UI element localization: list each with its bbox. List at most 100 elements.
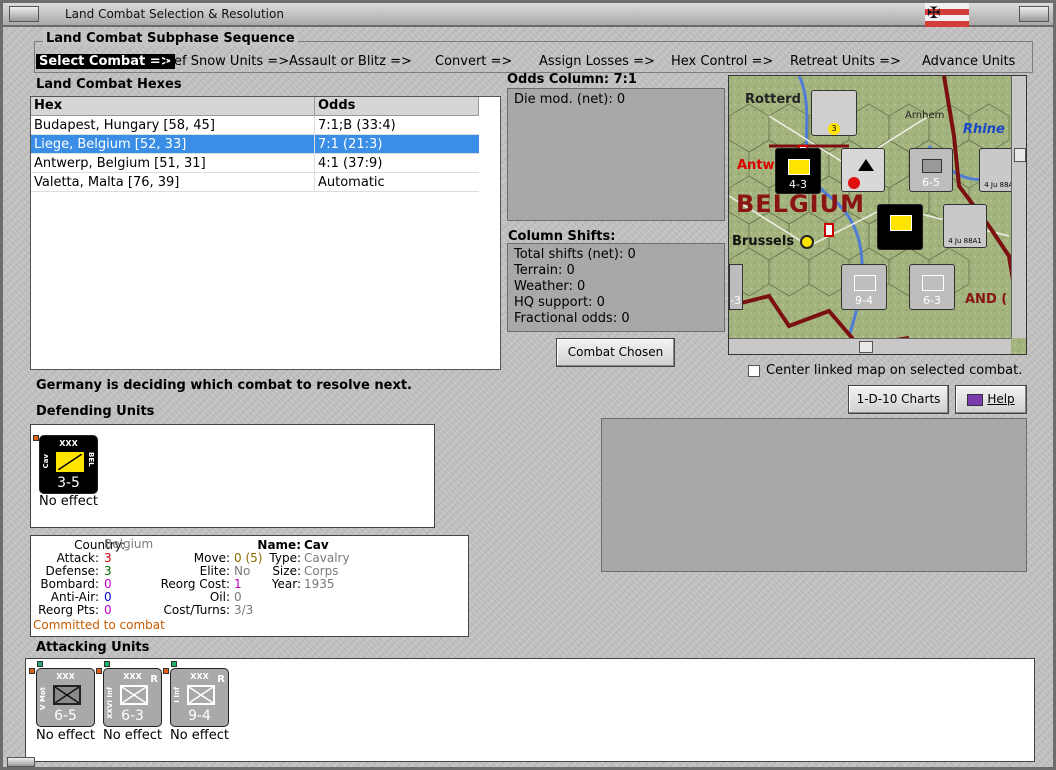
resize-grip[interactable] bbox=[7, 757, 35, 767]
unit-status-pip bbox=[163, 668, 169, 674]
map-counter-air[interactable]: 3 bbox=[811, 90, 857, 136]
infantry-symbol-icon bbox=[120, 685, 148, 705]
defending-unit-counter[interactable]: XXX Cav BEL 3-5 bbox=[39, 435, 98, 494]
reorg-pts-value: 0 bbox=[104, 603, 112, 617]
map-counter-german-2[interactable]: 6-5 bbox=[909, 148, 953, 192]
cost-turns-label: Cost/Turns: bbox=[163, 603, 230, 617]
german-flag-icon bbox=[925, 3, 969, 27]
attacking-unit-result-2: No effect bbox=[103, 728, 163, 743]
column-shifts-panel: Total shifts (net): 0 Terrain: 0 Weather… bbox=[507, 243, 725, 332]
sequence-step-convert: Convert => bbox=[435, 54, 513, 69]
map-counter-belgian[interactable]: 4-3 bbox=[775, 148, 821, 194]
sequence-step-assign-losses: Assign Losses => bbox=[539, 54, 655, 69]
hex-cell: Budapest, Hungary [58, 45] bbox=[31, 116, 315, 134]
map-counter-belgian-value: 4-3 bbox=[789, 178, 807, 191]
attacking-unit-counter-2[interactable]: XXX XXVI Inf R 6-3 bbox=[103, 668, 162, 727]
map-counter-air-3-value: 4 Ju 88A1 bbox=[948, 237, 982, 245]
map-vertical-scrollbar[interactable] bbox=[1011, 76, 1026, 338]
map-vertical-scroll-thumb[interactable] bbox=[1014, 148, 1026, 162]
attacking-unit-counter-1[interactable]: XXX V Mot 6-5 bbox=[36, 668, 95, 727]
help-button[interactable]: Help bbox=[955, 385, 1027, 414]
map-counter-german-3[interactable]: 9-4 bbox=[841, 264, 887, 310]
window-title: Land Combat Selection & Resolution bbox=[65, 7, 284, 21]
unit-combat-value: 6-5 bbox=[54, 708, 77, 724]
map-label-rotterdam: Rotterd bbox=[745, 92, 801, 107]
unit-status-pip bbox=[171, 661, 177, 667]
table-row-selected[interactable]: Liege, Belgium [52, 33] 7:1 (21:3) bbox=[31, 135, 479, 154]
committed-status: Committed to combat bbox=[33, 618, 165, 632]
reserve-marker: R bbox=[150, 674, 158, 685]
map-label-antwerp: Antw bbox=[737, 158, 775, 173]
name-value: Cav bbox=[304, 538, 329, 552]
cavalry-symbol-icon bbox=[56, 452, 84, 472]
sequence-step-advance: Advance Units bbox=[922, 54, 1016, 69]
size-label: Size: bbox=[272, 564, 301, 578]
column-header-hex[interactable]: Hex bbox=[31, 97, 315, 115]
hex-cell: Antwerp, Belgium [51, 31] bbox=[31, 154, 315, 172]
die-mod-text: Die mod. (net): 0 bbox=[514, 92, 626, 107]
year-value: 1935 bbox=[304, 577, 335, 591]
attacking-unit-result-3: No effect bbox=[170, 728, 230, 743]
table-header: Hex Odds bbox=[31, 97, 479, 116]
cost-turns-value: 3/3 bbox=[234, 603, 254, 617]
map-horizontal-scrollbar[interactable] bbox=[729, 338, 1011, 354]
map-counter-edge-value: -3 bbox=[730, 294, 741, 307]
map-counter-german-4[interactable]: 6-3 bbox=[909, 264, 955, 310]
map-label-belgium: BELGIUM bbox=[736, 190, 865, 218]
oil-label: Oil: bbox=[209, 590, 230, 604]
charts-button[interactable]: 1-D-10 Charts bbox=[848, 385, 949, 414]
map-label-brussels: Brussels bbox=[732, 234, 795, 249]
antiair-value: 0 bbox=[104, 590, 112, 604]
map-counter-german-1[interactable] bbox=[841, 148, 885, 192]
table-row[interactable]: Budapest, Hungary [58, 45] 7:1;B (33:4) bbox=[31, 116, 479, 135]
unit-info-panel: Country: Belgium Attack: 3 Defense: 3 Bo… bbox=[30, 535, 469, 637]
weather-shift-text: Weather: 0 bbox=[514, 279, 586, 294]
unit-status-pip bbox=[37, 661, 43, 667]
combat-chosen-button[interactable]: Combat Chosen bbox=[556, 338, 675, 367]
country-value: Belgium bbox=[104, 537, 154, 551]
hexes-title: Land Combat Hexes bbox=[36, 77, 182, 92]
defense-value: 3 bbox=[104, 564, 112, 578]
column-header-odds[interactable]: Odds bbox=[315, 97, 479, 115]
unit-size: XXX bbox=[56, 672, 75, 681]
system-menu-button[interactable] bbox=[9, 6, 39, 22]
map-horizontal-scroll-thumb[interactable] bbox=[859, 341, 873, 353]
close-button[interactable] bbox=[1019, 6, 1049, 22]
attacking-units-title: Attacking Units bbox=[36, 640, 150, 655]
unit-combat-value: 9-4 bbox=[188, 708, 211, 724]
hq-support-text: HQ support: 0 bbox=[514, 295, 605, 310]
help-book-icon bbox=[967, 393, 984, 406]
antiair-label: Anti-Air: bbox=[50, 590, 99, 604]
size-value: Corps bbox=[304, 564, 339, 578]
sequence-step-hex-control: Hex Control => bbox=[671, 54, 774, 69]
map-counter-air-3[interactable]: 4 Ju 88A1 bbox=[943, 204, 987, 248]
attacking-unit-counter-3[interactable]: XXX I Inf R 9-4 bbox=[170, 668, 229, 727]
combat-result-panel bbox=[601, 418, 1027, 572]
map-label-and: AND ( bbox=[965, 292, 1008, 307]
linked-map[interactable]: Rotterd Arnhem Rhine Antw BELGIUM Brusse… bbox=[728, 75, 1027, 355]
attacking-unit-result-1: No effect bbox=[36, 728, 96, 743]
odds-cell: 7:1 (21:3) bbox=[318, 137, 383, 152]
elite-label: Elite: bbox=[199, 564, 230, 578]
odds-cell: 4:1 (37:9) bbox=[318, 156, 383, 171]
unit-status-pip bbox=[29, 668, 35, 674]
terrain-shift-text: Terrain: 0 bbox=[514, 263, 575, 278]
center-map-label: Center linked map on selected combat. bbox=[766, 363, 1023, 378]
table-row[interactable]: Valetta, Malta [76, 39] Automatic bbox=[31, 173, 479, 192]
map-counter-belgian-2[interactable] bbox=[877, 204, 923, 250]
combat-hexes-table: Hex Odds Budapest, Hungary [58, 45] 7:1;… bbox=[30, 96, 501, 370]
map-counter-air-value: 3 bbox=[828, 123, 840, 135]
defending-units-title: Defending Units bbox=[36, 404, 155, 419]
center-map-checkbox[interactable] bbox=[748, 365, 760, 377]
reserve-marker: R bbox=[217, 674, 225, 685]
table-row[interactable]: Antwerp, Belgium [51, 31] 4:1 (37:9) bbox=[31, 154, 479, 173]
land-combat-window: Land Combat Selection & Resolution Land … bbox=[0, 0, 1056, 770]
infantry-symbol-icon bbox=[187, 685, 215, 705]
unit-type-label: Cav bbox=[42, 454, 50, 469]
year-label: Year: bbox=[271, 577, 301, 591]
unit-combat-value: 6-3 bbox=[121, 708, 144, 724]
move-label: Move: bbox=[193, 551, 230, 565]
map-label-arnhem: Arnhem bbox=[905, 110, 945, 121]
unit-type-label: I Inf bbox=[173, 687, 181, 703]
map-counter-edge[interactable]: -3 bbox=[729, 264, 743, 310]
